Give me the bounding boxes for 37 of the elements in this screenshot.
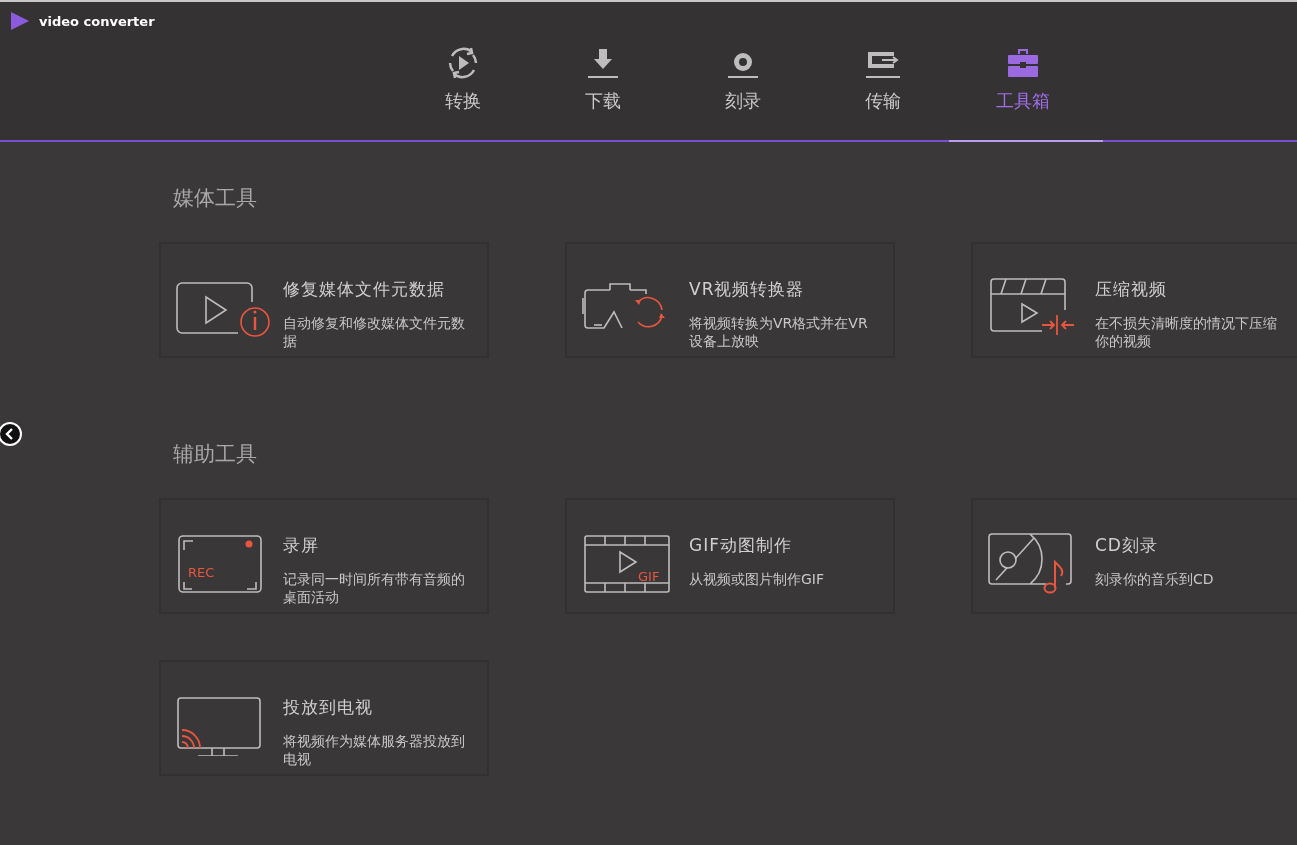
tool-card[interactable]: 压缩视频 在不损失清晰度的情况下压缩你的视频 [971, 242, 1297, 358]
section-heading: 辅助工具 [173, 441, 258, 468]
app-title: video converter [39, 13, 155, 29]
nav-tab[interactable]: 转换 [393, 43, 533, 140]
nav-tab[interactable]: 下载 [533, 43, 673, 140]
tool-description: 记录同一时间所有带有音频的桌面活动 [283, 570, 466, 606]
tool-card[interactable]: CD刻录 刻录你的音乐到CD [971, 498, 1297, 614]
gif-label: GIF [638, 569, 660, 584]
tool-description: 自动修复和修改媒体文件元数据 [283, 314, 466, 350]
tool-description: 在不损失清晰度的情况下压缩你的视频 [1095, 314, 1278, 350]
tool-description: 将视频转换为VR格式并在VR设备上放映 [689, 314, 869, 350]
nav-tab[interactable]: 传输 [813, 43, 953, 140]
tool-title: 投放到电视 [283, 696, 374, 719]
tool-title: GIF动图制作 [689, 534, 793, 557]
section-heading: 媒体工具 [173, 185, 258, 212]
tool-card[interactable]: GIF GIF动图制作 从视频或图片制作GIF [565, 498, 895, 614]
toolbox-icon [1006, 46, 1040, 80]
tool-card[interactable]: REC 录屏 记录同一时间所有带有音频的桌面活动 [159, 498, 489, 614]
tool-card[interactable]: 修复媒体文件元数据 自动修复和修改媒体文件元数据 [159, 242, 489, 358]
screen-record-icon [178, 535, 262, 593]
nav-tab[interactable]: 刻录 [673, 43, 813, 140]
logo-icon [9, 11, 31, 31]
download-icon [586, 46, 620, 80]
tool-card[interactable]: VR视频转换器 将视频转换为VR格式并在VR设备上放映 [565, 242, 895, 358]
tool-description: 将视频作为媒体服务器投放到电视 [283, 732, 466, 768]
back-button[interactable] [0, 422, 22, 446]
chevron-left-icon [5, 428, 15, 440]
tool-card[interactable]: 投放到电视 将视频作为媒体服务器投放到电视 [159, 660, 489, 776]
tool-title: 录屏 [283, 534, 320, 557]
film-strip-icon [584, 535, 670, 593]
tool-title: CD刻录 [1095, 534, 1159, 557]
rec-label: REC [188, 565, 215, 580]
tool-title: VR视频转换器 [689, 278, 806, 301]
tool-title: 压缩视频 [1095, 278, 1168, 301]
tool-title: 修复媒体文件元数据 [283, 278, 446, 301]
tool-description: 刻录你的音乐到CD [1095, 570, 1215, 588]
tool-description: 从视频或图片制作GIF [689, 570, 826, 588]
